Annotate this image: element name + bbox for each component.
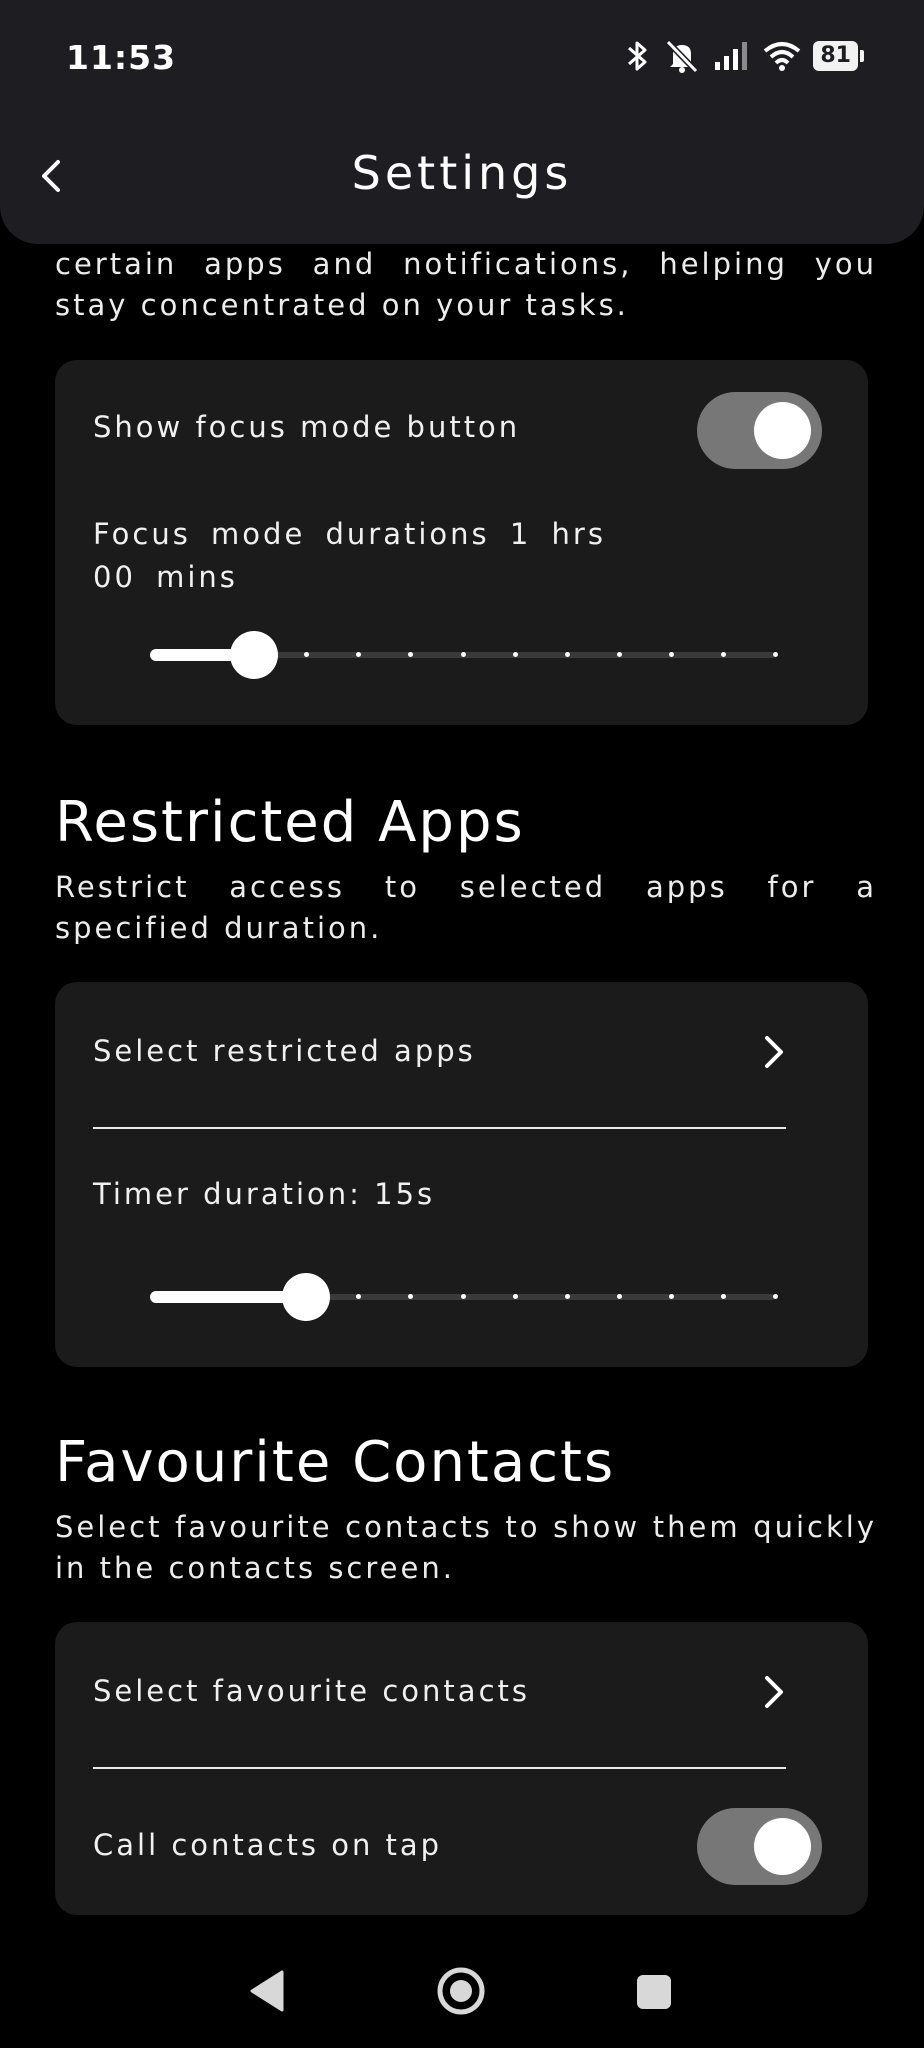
slider-thumb[interactable] [282, 1273, 330, 1321]
restricted-apps-title: Restricted Apps [55, 790, 525, 855]
slider-tick [513, 652, 518, 657]
slider-tick [356, 1294, 361, 1299]
triangle-back-icon[interactable] [248, 1968, 288, 2014]
toggle-knob [754, 1818, 811, 1875]
focus-description: certain apps and notifications, helping … [55, 247, 877, 322]
silent-bell-icon [666, 39, 699, 74]
restricted-apps-card: Select restricted apps Timer duration: 1… [55, 982, 868, 1367]
slider-tick [461, 652, 466, 657]
select-favourite-contacts-label[interactable]: Select favourite contacts [93, 1674, 530, 1708]
signal-icon [715, 42, 748, 70]
divider [93, 1767, 786, 1769]
wifi-icon [764, 42, 801, 71]
square-recents-icon[interactable] [634, 1972, 674, 2012]
bluetooth-icon [628, 41, 647, 71]
focus-duration-slider[interactable] [150, 630, 778, 680]
slider-tick [565, 652, 570, 657]
slider-tick [408, 1294, 413, 1299]
chevron-right-icon[interactable] [758, 1672, 790, 1712]
slider-thumb[interactable] [230, 631, 278, 679]
timer-duration-label: Timer duration: 15s [93, 1177, 436, 1211]
chevron-right-icon[interactable] [758, 1032, 790, 1072]
select-restricted-apps-label[interactable]: Select restricted apps [93, 1034, 476, 1068]
slider-tick [669, 652, 674, 657]
timer-duration-slider[interactable] [150, 1272, 778, 1322]
circle-home-icon[interactable] [436, 1966, 486, 2016]
slider-tick [356, 652, 361, 657]
slider-tick [617, 652, 622, 657]
app-bar: 11:53 81 Settings [0, 0, 924, 244]
slider-tick [773, 652, 778, 657]
slider-tick [565, 1294, 570, 1299]
status-time: 11:53 [66, 38, 177, 77]
slider-tick [461, 1294, 466, 1299]
favourite-contacts-card: Select favourite contacts Call contacts … [55, 1622, 868, 1915]
slider-tick [721, 652, 726, 657]
page-title: Settings [351, 146, 573, 200]
slider-tick [304, 652, 309, 657]
slider-tick [617, 1294, 622, 1299]
status-icons: 81 [625, 36, 864, 76]
favourite-contacts-title: Favourite Contacts [55, 1430, 616, 1495]
divider [93, 1127, 786, 1129]
slider-tick [408, 652, 413, 657]
slider-tick [513, 1294, 518, 1299]
call-contacts-on-tap-label: Call contacts on tap [93, 1828, 443, 1862]
system-nav-bar [0, 1940, 924, 2048]
focus-duration-label: Focus mode durations 1 hrs 00 mins [93, 517, 606, 594]
call-contacts-toggle[interactable] [697, 1808, 822, 1885]
battery-indicator: 81 [813, 41, 864, 71]
show-focus-mode-toggle[interactable] [697, 392, 822, 469]
restricted-apps-description: Restrict access to selected apps for a s… [55, 870, 877, 945]
toggle-knob [754, 402, 811, 459]
focus-card: Show focus mode button Focus mode durati… [55, 360, 868, 725]
slider-tick [773, 1294, 778, 1299]
slider-tick [721, 1294, 726, 1299]
slider-tick [669, 1294, 674, 1299]
favourite-contacts-description: Select favourite contacts to show them q… [55, 1510, 877, 1585]
show-focus-mode-label: Show focus mode button [93, 410, 521, 444]
